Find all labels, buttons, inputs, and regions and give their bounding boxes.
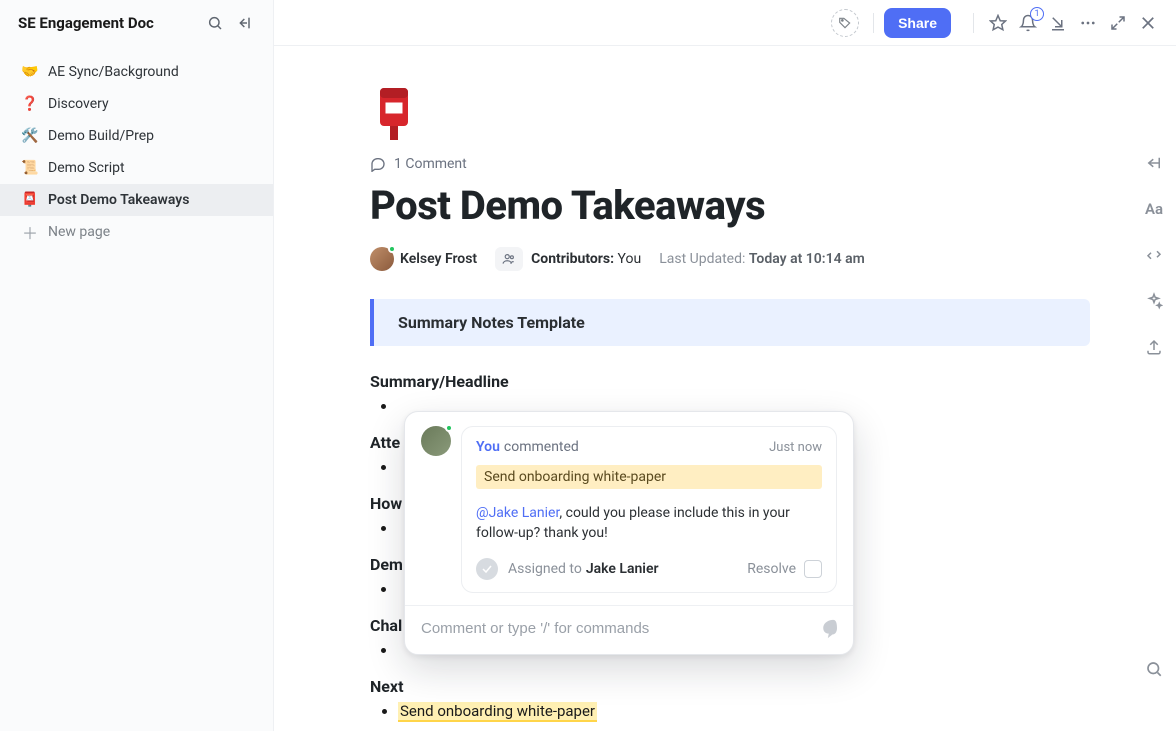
divider bbox=[973, 13, 974, 33]
comment-count[interactable]: 1 Comment bbox=[370, 156, 1034, 172]
upload-icon[interactable] bbox=[1142, 335, 1166, 359]
last-updated: Last Updated: Today at 10:14 am bbox=[659, 251, 865, 267]
contributors-text: Contributors: You bbox=[531, 251, 641, 267]
question-icon: ❓ bbox=[20, 96, 40, 112]
commenter-name: You bbox=[476, 439, 500, 455]
share-button[interactable]: Share bbox=[884, 8, 951, 38]
resolve-button[interactable]: Resolve bbox=[747, 561, 796, 577]
comment-time: Just now bbox=[769, 440, 822, 455]
right-rail: Aa bbox=[1132, 46, 1176, 731]
comment-assignment-row: Assigned to Jake Lanier Resolve bbox=[476, 558, 822, 580]
workspace-title: SE Engagement Doc bbox=[18, 14, 201, 32]
commenter-avatar bbox=[421, 426, 451, 456]
sidebar-item-demo-build[interactable]: 🛠️ Demo Build/Prep bbox=[0, 120, 273, 152]
comment-message: @Jake Lanier, could you please include t… bbox=[476, 503, 822, 544]
sidebar-item-discovery[interactable]: ❓ Discovery bbox=[0, 88, 273, 120]
sparkle-icon[interactable] bbox=[1142, 289, 1166, 313]
author-name: Kelsey Frost bbox=[400, 251, 477, 267]
section-heading[interactable]: Summary/Headline bbox=[370, 372, 1034, 391]
sidebar-item-label: AE Sync/Background bbox=[48, 64, 179, 80]
assigned-label: Assigned to bbox=[508, 561, 582, 577]
comment-input-row bbox=[405, 605, 853, 654]
presence-indicator bbox=[388, 245, 396, 253]
search-icon[interactable] bbox=[201, 9, 229, 37]
tag-button[interactable] bbox=[831, 9, 859, 37]
sidebar-item-label: Demo Script bbox=[48, 160, 125, 176]
postbox-icon: 📮 bbox=[20, 192, 40, 208]
page-title[interactable]: Post Demo Takeaways bbox=[370, 182, 1034, 229]
sidebar-nav: 🤝 AE Sync/Background ❓ Discovery 🛠️ Demo… bbox=[0, 56, 273, 248]
sidebar-item-label: Discovery bbox=[48, 96, 109, 112]
sidebar-item-demo-script[interactable]: 📜 Demo Script bbox=[0, 152, 273, 184]
sidebar-header: SE Engagement Doc bbox=[0, 0, 273, 46]
comment-quoted-text: Send onboarding white-paper bbox=[476, 465, 822, 489]
user-mention[interactable]: @Jake Lanier bbox=[476, 505, 559, 521]
topbar-icons: 1 bbox=[963, 9, 1162, 37]
author-chip[interactable]: Kelsey Frost bbox=[370, 247, 477, 271]
presence-indicator bbox=[445, 424, 453, 432]
comment-icon bbox=[370, 156, 386, 172]
list-item-next-step[interactable]: Send onboarding white-paper bbox=[398, 702, 1034, 720]
comment-count-text: 1 Comment bbox=[394, 156, 467, 172]
comment-input[interactable] bbox=[421, 620, 815, 637]
new-page-label: New page bbox=[48, 224, 110, 240]
sidebar-item-label: Post Demo Takeaways bbox=[48, 192, 189, 208]
comment-card: You commented Just now Send onboarding w… bbox=[461, 426, 837, 593]
sidebar-item-label: Demo Build/Prep bbox=[48, 128, 154, 144]
divider bbox=[873, 13, 874, 33]
sidebar-item-post-demo[interactable]: 📮 Post Demo Takeaways bbox=[0, 184, 273, 216]
author-avatar bbox=[370, 247, 394, 271]
callout-block[interactable]: Summary Notes Template bbox=[370, 299, 1090, 346]
highlighted-text: Send onboarding white-paper bbox=[398, 702, 597, 722]
handshake-icon: 🤝 bbox=[20, 64, 40, 80]
comment-popover: You commented Just now Send onboarding w… bbox=[404, 411, 854, 655]
typography-icon[interactable]: Aa bbox=[1142, 197, 1166, 221]
comment-action: commented bbox=[504, 439, 579, 455]
tools-icon: 🛠️ bbox=[20, 128, 40, 144]
updated-label: Last Updated: bbox=[659, 251, 745, 267]
download-icon[interactable] bbox=[1044, 9, 1072, 37]
send-comment-icon[interactable] bbox=[815, 618, 837, 640]
page-emoji-icon[interactable] bbox=[370, 86, 418, 142]
topbar: Share 1 bbox=[274, 0, 1176, 46]
notification-badge: 1 bbox=[1030, 7, 1044, 21]
section-heading[interactable]: Next bbox=[370, 677, 1034, 696]
sidebar: SE Engagement Doc 🤝 AE Sync/Background ❓… bbox=[0, 0, 274, 731]
doc-meta-row: Kelsey Frost Contributors: You Last Upda… bbox=[370, 247, 1034, 271]
search-in-page-icon[interactable] bbox=[1142, 657, 1166, 681]
assignee-name: Jake Lanier bbox=[586, 561, 659, 577]
scroll-icon: 📜 bbox=[20, 160, 40, 176]
indent-icon[interactable] bbox=[1142, 151, 1166, 175]
more-icon[interactable] bbox=[1074, 9, 1102, 37]
resolve-checkbox[interactable] bbox=[804, 560, 822, 578]
collapse-sidebar-icon[interactable] bbox=[231, 9, 259, 37]
contributors-block[interactable]: Contributors: You bbox=[495, 247, 641, 271]
comment-header: You commented Just now bbox=[476, 439, 822, 455]
star-icon[interactable] bbox=[984, 9, 1012, 37]
notifications-icon[interactable]: 1 bbox=[1014, 9, 1042, 37]
updated-value: Today at 10:14 am bbox=[749, 251, 865, 267]
assign-check-icon[interactable] bbox=[476, 558, 498, 580]
close-icon[interactable] bbox=[1134, 9, 1162, 37]
link-insert-icon[interactable] bbox=[1142, 243, 1166, 267]
expand-icon[interactable] bbox=[1104, 9, 1132, 37]
contributors-icon bbox=[495, 247, 523, 271]
sidebar-item-ae-sync[interactable]: 🤝 AE Sync/Background bbox=[0, 56, 273, 88]
plus-icon: ＋ bbox=[20, 220, 40, 244]
sidebar-new-page[interactable]: ＋ New page bbox=[0, 216, 273, 248]
